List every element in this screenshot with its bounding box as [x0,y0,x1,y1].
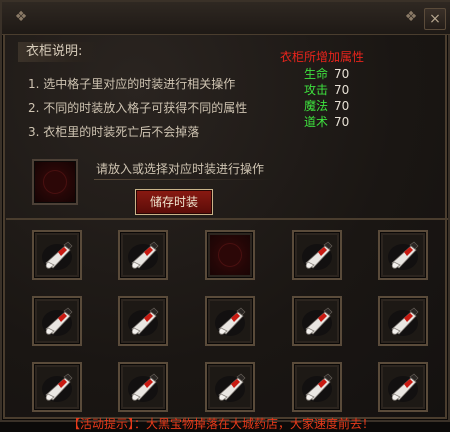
fashion-outfit-icon [215,373,246,402]
stat-value: 70 [334,99,350,113]
fashion-outfit-icon [388,373,419,402]
description-line: 2. 不同的时装放入格子可获得不同的属性 [28,101,248,115]
title-bar: ❖ ❖ × [2,2,450,35]
wardrobe-slot[interactable] [118,230,168,280]
fashion-outfit-icon [128,241,159,270]
fashion-outfit-icon [302,373,333,402]
close-button[interactable]: × [424,8,446,30]
wardrobe-slot[interactable] [32,362,82,412]
bonus-title: 衣柜所增加属性 [280,50,365,64]
stat-value: 70 [334,83,350,97]
ornament-icon: ❖ [404,9,418,25]
wardrobe-slot[interactable] [32,296,82,346]
wardrobe-slot[interactable] [292,296,342,346]
ornament-icon: ❖ [14,9,28,25]
stat-value: 70 [334,115,350,129]
fashion-outfit-icon [302,307,333,336]
stat-label: 生命 [304,67,329,81]
preview-slot[interactable] [32,159,78,205]
wardrobe-slot[interactable] [378,296,428,346]
fashion-outfit-icon [302,241,333,270]
wardrobe-panel: ❖ ❖ × 衣柜说明: 1. 选中格子里对应的时装进行相关操作 2. 不同的时装… [0,0,450,431]
wardrobe-slot[interactable] [205,362,255,412]
fashion-outfit-icon [128,373,159,402]
divider [94,179,270,180]
event-notice: 【活动提示】：大黑宝物掉落在大城药店，大家速度前去！ [68,417,375,431]
slot-emblem-icon [218,243,242,267]
slot-emblem-icon [43,170,67,194]
fashion-outfit-icon [388,307,419,336]
wardrobe-slot[interactable] [292,230,342,280]
description-line: 1. 选中格子里对应的时装进行相关操作 [28,77,236,91]
wardrobe-slot[interactable] [118,296,168,346]
wardrobe-slot[interactable] [118,362,168,412]
stat-attack: 攻击 70 [304,82,349,98]
stat-label: 道术 [304,115,329,129]
section-divider [6,218,448,220]
wardrobe-slot[interactable] [378,362,428,412]
wardrobe-slot[interactable] [378,230,428,280]
fashion-outfit-icon [42,307,73,336]
stat-label: 魔法 [304,99,329,113]
preview-hint: 请放入或选择对应时装进行操作 [96,162,265,176]
description-title: 衣柜说明: [18,42,99,62]
description-list: 1. 选中格子里对应的时装进行相关操作 2. 不同的时装放入格子可获得不同的属性… [28,72,247,144]
fashion-outfit-icon [128,307,159,336]
description-line: 3. 衣柜里的时装死亡后不会掉落 [28,125,200,139]
wardrobe-slot-empty[interactable] [205,230,255,280]
fashion-outfit-icon [215,307,246,336]
stat-taoism: 道术 70 [304,114,349,130]
fashion-outfit-icon [42,373,73,402]
stat-value: 70 [334,67,350,81]
wardrobe-slot[interactable] [292,362,342,412]
stat-hp: 生命 70 [304,66,349,82]
save-fashion-button[interactable]: 储存时装 [135,189,213,215]
wardrobe-slot[interactable] [205,296,255,346]
stat-magic: 魔法 70 [304,98,349,114]
wardrobe-slot[interactable] [32,230,82,280]
stat-label: 攻击 [304,83,329,97]
fashion-outfit-icon [388,241,419,270]
fashion-outfit-icon [42,241,73,270]
